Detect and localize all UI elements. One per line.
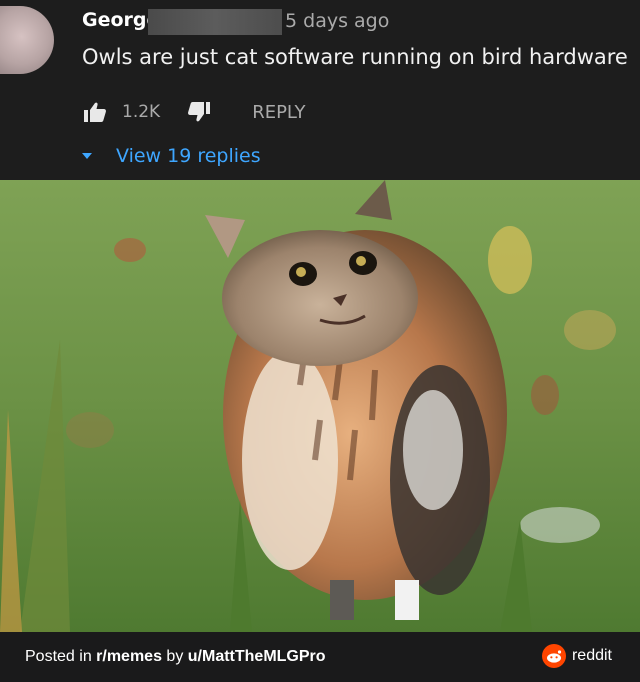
thumbs-up-icon[interactable] (82, 100, 108, 124)
thumbs-down-icon[interactable] (186, 100, 212, 124)
comment-time[interactable]: 5 days ago (285, 10, 389, 32)
view-replies-button[interactable]: View 19 replies (82, 145, 261, 167)
redacted-handle (148, 9, 282, 35)
reddit-brand[interactable]: reddit (541, 644, 612, 668)
view-replies-label: View 19 replies (116, 145, 261, 167)
posted-in-text: Posted in r/memes by u/MattTheMLGPro (25, 648, 326, 666)
caret-down-icon (82, 153, 92, 159)
avatar[interactable] (0, 6, 54, 74)
reply-button[interactable]: REPLY (252, 102, 305, 123)
posted-by: by (161, 648, 188, 665)
user-link[interactable]: u/MattTheMLGPro (188, 648, 326, 665)
comment-actions: 1.2K REPLY (82, 98, 306, 126)
reddit-logo-icon (541, 644, 566, 668)
like-count: 1.2K (122, 102, 161, 122)
subreddit-link[interactable]: r/memes (96, 648, 162, 665)
posted-prefix: Posted in (25, 648, 97, 665)
comment-text: Owls are just cat software running on bi… (82, 45, 628, 69)
owl-cat-image (0, 180, 640, 632)
reddit-brand-label: reddit (571, 647, 612, 664)
footer-bar: Posted in r/memes by u/MattTheMLGPro red… (0, 632, 640, 682)
comment-card: George 5 days ago Owls are just cat soft… (0, 0, 640, 180)
